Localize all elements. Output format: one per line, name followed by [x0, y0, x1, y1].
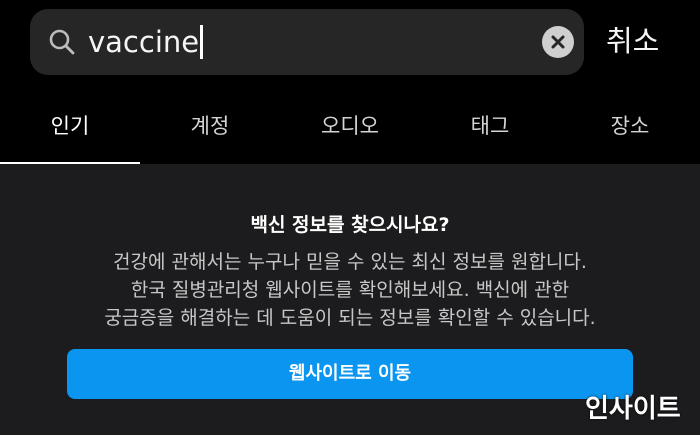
- search-tabs: 인기 계정 오디오 태그 장소: [0, 92, 700, 164]
- tab-audio[interactable]: 오디오: [280, 92, 420, 164]
- watermark: 인사이트: [585, 394, 681, 424]
- notice-body-line: 궁금증을 해결하는 데 도움이 되는 정보를 확인할 수 있습니다.: [104, 307, 596, 329]
- cancel-button[interactable]: 취소: [606, 20, 659, 62]
- search-input[interactable]: vaccine: [88, 22, 204, 62]
- notice-title: 백신 정보를 찾으시나요?: [250, 214, 450, 236]
- tab-places[interactable]: 장소: [560, 92, 700, 164]
- notice-body-line: 한국 질병관리청 웹사이트를 확인해보세요. 백신에 관한: [130, 279, 570, 301]
- tab-accounts[interactable]: 계정: [140, 92, 280, 164]
- text-caret: [200, 25, 204, 59]
- notice-body-line: 건강에 관해서는 누구나 믿을 수 있는 최신 정보를 원합니다.: [113, 251, 587, 273]
- notice-body: 건강에 관해서는 누구나 믿을 수 있는 최신 정보를 원합니다. 한국 질병관…: [0, 248, 700, 332]
- go-to-website-button[interactable]: 웹사이트로 이동: [67, 349, 633, 399]
- tab-top[interactable]: 인기: [0, 92, 140, 164]
- search-bar[interactable]: vaccine: [30, 9, 584, 75]
- search-icon: [48, 28, 76, 56]
- tab-tags[interactable]: 태그: [420, 92, 560, 164]
- search-query: vaccine: [88, 25, 200, 59]
- close-icon: [551, 35, 565, 49]
- clear-search-button[interactable]: [542, 26, 574, 58]
